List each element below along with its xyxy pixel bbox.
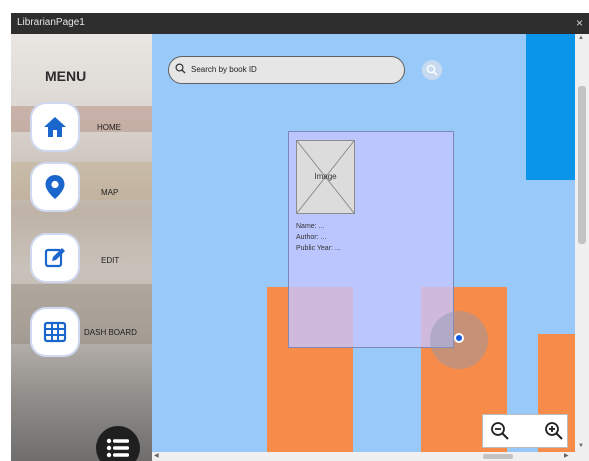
vertical-scroll-thumb[interactable]	[578, 86, 586, 244]
dashboard-label[interactable]: DASH BOARD	[84, 328, 137, 337]
home-button[interactable]	[32, 104, 78, 150]
book-author: Author: ...	[296, 234, 327, 241]
horizontal-scrollbar[interactable]: ◀ ▶	[152, 452, 589, 461]
zoom-control	[482, 414, 568, 448]
search-icon	[426, 64, 438, 76]
title-bar: LibrarianPage1 ×	[11, 13, 589, 34]
scroll-left-arrow-icon[interactable]: ◀	[154, 452, 159, 459]
current-location-marker[interactable]	[454, 333, 464, 343]
zoom-in-icon[interactable]	[544, 421, 564, 441]
close-button[interactable]: ×	[576, 16, 583, 30]
scroll-down-arrow-icon[interactable]: ▼	[578, 443, 584, 449]
book-public-year: Public Year: ...	[296, 245, 341, 252]
book-info-card: Image Name: ... Author: ... Public Year:…	[288, 131, 454, 348]
sidebar: MENU HOME MAP EDIT DASH BOARD	[11, 34, 152, 461]
edit-label[interactable]: EDIT	[101, 256, 119, 265]
scroll-up-arrow-icon[interactable]: ▲	[578, 35, 584, 41]
map-button[interactable]	[32, 164, 78, 210]
app-window: LibrarianPage1 × MENU HOME MAP EDIT DASH…	[11, 13, 589, 461]
home-icon	[44, 117, 66, 137]
list-menu-icon	[106, 438, 129, 458]
home-label[interactable]: HOME	[97, 123, 121, 132]
map-label[interactable]: MAP	[101, 188, 118, 197]
zoom-out-icon[interactable]	[490, 421, 510, 441]
map-pin-icon	[45, 175, 65, 199]
building-blue	[526, 34, 575, 180]
scroll-right-arrow-icon[interactable]: ▶	[564, 452, 569, 459]
window-title: LibrarianPage1	[17, 17, 85, 28]
dashboard-button[interactable]	[32, 309, 78, 355]
horizontal-scroll-thumb[interactable]	[483, 454, 513, 459]
image-label: Image	[314, 172, 337, 181]
book-image-placeholder: Image	[296, 140, 355, 214]
edit-icon	[44, 248, 65, 268]
search-input[interactable]: Search by book ID	[168, 56, 405, 84]
menu-fab-button[interactable]	[96, 426, 140, 461]
map-canvas[interactable]: Search by book ID Image Name: ... Author…	[152, 34, 575, 452]
search-placeholder: Search by book ID	[191, 65, 257, 74]
book-name: Name: ...	[296, 223, 325, 230]
vertical-scrollbar[interactable]: ▲ ▼	[575, 34, 589, 452]
search-icon	[175, 63, 186, 74]
grid-table-icon	[43, 321, 67, 343]
menu-title: MENU	[45, 68, 87, 84]
search-button[interactable]	[422, 60, 442, 80]
edit-button[interactable]	[32, 235, 78, 281]
